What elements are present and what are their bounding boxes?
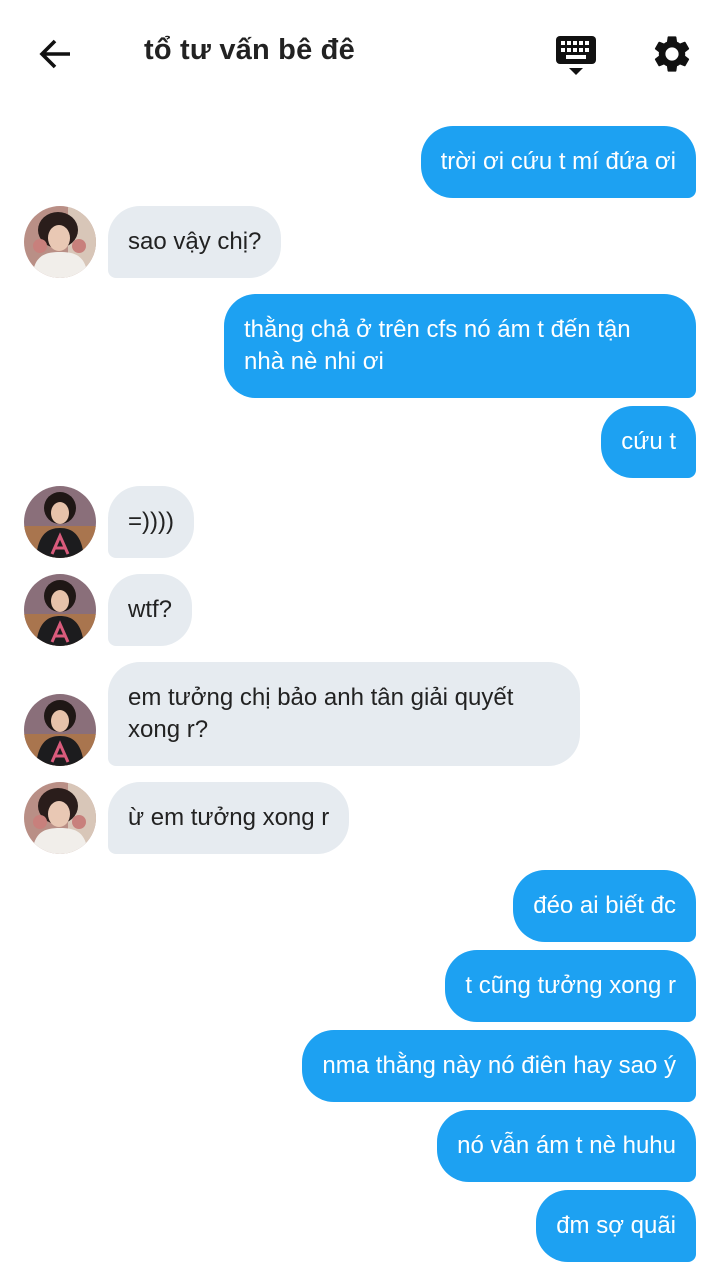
message-incoming[interactable]: =)))) [108, 486, 194, 558]
message-outgoing[interactable]: đéo ai biết đc [513, 870, 696, 942]
avatar[interactable] [24, 206, 96, 278]
avatar[interactable] [24, 486, 96, 558]
message-outgoing[interactable]: nó vẫn ám t nè huhu [437, 1110, 696, 1182]
message-thread: trời ơi cứu t mí đứa ơi sao vậy chị? thằ… [0, 0, 720, 1268]
avatar[interactable] [24, 782, 96, 854]
message-incoming[interactable]: wtf? [108, 574, 193, 646]
message-outgoing[interactable]: thằng chả ở trên cfs nó ám t đến tận nhà… [224, 294, 696, 398]
avatar[interactable] [24, 574, 96, 646]
message-outgoing[interactable]: trời ơi cứu t mí đứa ơi [420, 126, 696, 198]
avatar[interactable] [24, 694, 96, 766]
message-outgoing[interactable]: nma thằng này nó điên hay sao ý [302, 1030, 696, 1102]
message-incoming[interactable]: sao vậy chị? [108, 206, 282, 278]
message-incoming[interactable]: ừ em tưởng xong r [108, 782, 350, 854]
message-outgoing[interactable]: t cũng tưởng xong r [445, 950, 696, 1022]
message-incoming[interactable]: em tưởng chị bảo anh tân giải quyết xong… [108, 662, 580, 766]
message-outgoing[interactable]: đm sợ quãi [536, 1190, 696, 1262]
message-outgoing[interactable]: cứu t [601, 406, 696, 478]
